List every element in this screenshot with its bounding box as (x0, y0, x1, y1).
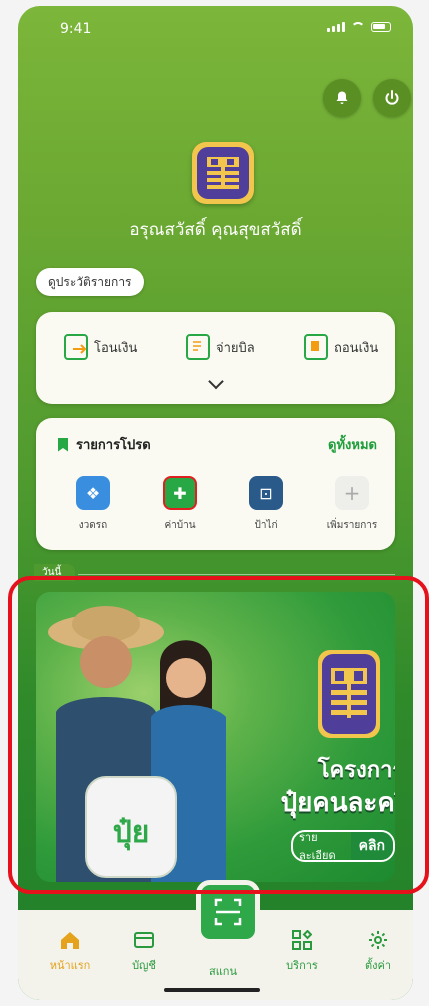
nav-settings[interactable]: ตั้งค่า (348, 930, 408, 974)
favorites-title-text: รายการโปรด (76, 438, 151, 453)
favorite-item[interactable]: ⊡ ป้าไก่ (231, 476, 301, 533)
withdraw-label: ถอนเงิน (334, 340, 379, 356)
favorite-item[interactable]: ❖ งวดรถ (58, 476, 128, 533)
signal-icon (327, 22, 345, 32)
transfer-icon (64, 334, 88, 360)
sack-text: ปุ๋ย (113, 815, 150, 851)
contact-icon: ⊡ (249, 476, 283, 510)
nav-home[interactable]: หน้าแรก (40, 930, 100, 974)
nav-home-label: หน้าแรก (49, 959, 91, 972)
today-label: วันนี้ (34, 564, 76, 581)
scan-button[interactable] (196, 880, 260, 944)
favorite-item[interactable]: ✚ ค่าบ้าน (145, 476, 215, 533)
banner-title-line2: ปุ๋ยคนละครึ่ง (280, 788, 395, 818)
wifi-icon (351, 22, 365, 32)
nav-account-label: บัญชี (132, 959, 156, 972)
gear-icon (368, 930, 388, 950)
bank-emblem-icon (207, 157, 239, 189)
divider (78, 574, 395, 575)
transfer-button[interactable]: โอนเงิน (64, 334, 137, 360)
banner-detail-button[interactable]: รายละเอียด คลิก (291, 830, 395, 862)
see-all-link[interactable]: ดูทั้งหมด (328, 434, 377, 455)
favorites-card: รายการโปรด ดูทั้งหมด ❖ งวดรถ ✚ ค่าบ้าน ⊡… (36, 418, 395, 550)
favorites-title: รายการโปรด (58, 434, 151, 455)
withdraw-button[interactable]: ถอนเงิน (304, 334, 378, 360)
chevron-down-icon[interactable] (207, 373, 224, 390)
bank-logo (192, 142, 254, 204)
power-icon (385, 90, 399, 105)
add-favorite-label: เพิ่มรายการ (326, 520, 378, 531)
nav-account[interactable]: บัญชี (114, 930, 174, 974)
greeting-text: อรุณสวัสดิ์ คุณสุขสวัสดิ์ (129, 220, 302, 240)
nav-settings-label: ตั้งค่า (364, 959, 392, 972)
nav-scan-label: สแกน (209, 965, 237, 978)
history-button[interactable]: ดูประวัติรายการ (36, 268, 144, 296)
home-icon (60, 930, 80, 950)
nav-services[interactable]: บริการ (272, 930, 332, 974)
nav-scan-label-wrap[interactable]: สแกน (193, 962, 253, 980)
paybill-button[interactable]: จ่ายบิล (186, 334, 255, 360)
promo-banner[interactable]: ปุ๋ย โครงการ ปุ๋ยคนละครึ่ง รายละเอียด คล… (36, 592, 395, 882)
add-favorite-button[interactable]: + เพิ่มรายการ (317, 476, 387, 533)
favorite-item-label: ป้าไก่ (254, 520, 278, 531)
status-time: 9:41 (60, 21, 92, 37)
scan-icon (214, 898, 242, 926)
system-icons (327, 22, 391, 32)
plus-icon: + (335, 476, 369, 510)
banner-click-label: คลิก (350, 832, 393, 860)
bank-emblem-icon (331, 668, 367, 718)
banner-detail-label: รายละเอียด (299, 831, 336, 862)
bill-icon (186, 334, 210, 360)
banner-logo (318, 650, 380, 738)
status-bar: 9:41 (18, 6, 413, 46)
phone-screen: 9:41 อรุณสวัสดิ์ คุณสุขสวัสดิ์ ดูประวัติ… (18, 6, 413, 1000)
atm-icon (304, 334, 328, 360)
logout-button[interactable] (373, 79, 411, 117)
bell-icon (336, 91, 348, 104)
home-indicator (164, 988, 260, 992)
favorite-item-label: ค่าบ้าน (164, 520, 196, 531)
transfer-label: โอนเงิน (94, 340, 138, 356)
quick-actions-card: โอนเงิน จ่ายบิล ถอนเงิน (36, 312, 395, 404)
nav-services-label: บริการ (286, 959, 318, 972)
bottom-nav: หน้าแรก บัญชี สแกน บริการ ตั้งค่า (18, 880, 413, 1000)
car-loan-icon: ❖ (76, 476, 110, 510)
favorite-item-label: งวดรถ (78, 520, 108, 531)
card-icon (134, 930, 154, 950)
paybill-label: จ่ายบิล (216, 340, 255, 356)
notification-button[interactable] (323, 79, 361, 117)
bookmark-icon (58, 437, 68, 452)
battery-icon (371, 22, 391, 32)
home-loan-icon: ✚ (163, 476, 197, 510)
grid-icon (292, 930, 312, 950)
